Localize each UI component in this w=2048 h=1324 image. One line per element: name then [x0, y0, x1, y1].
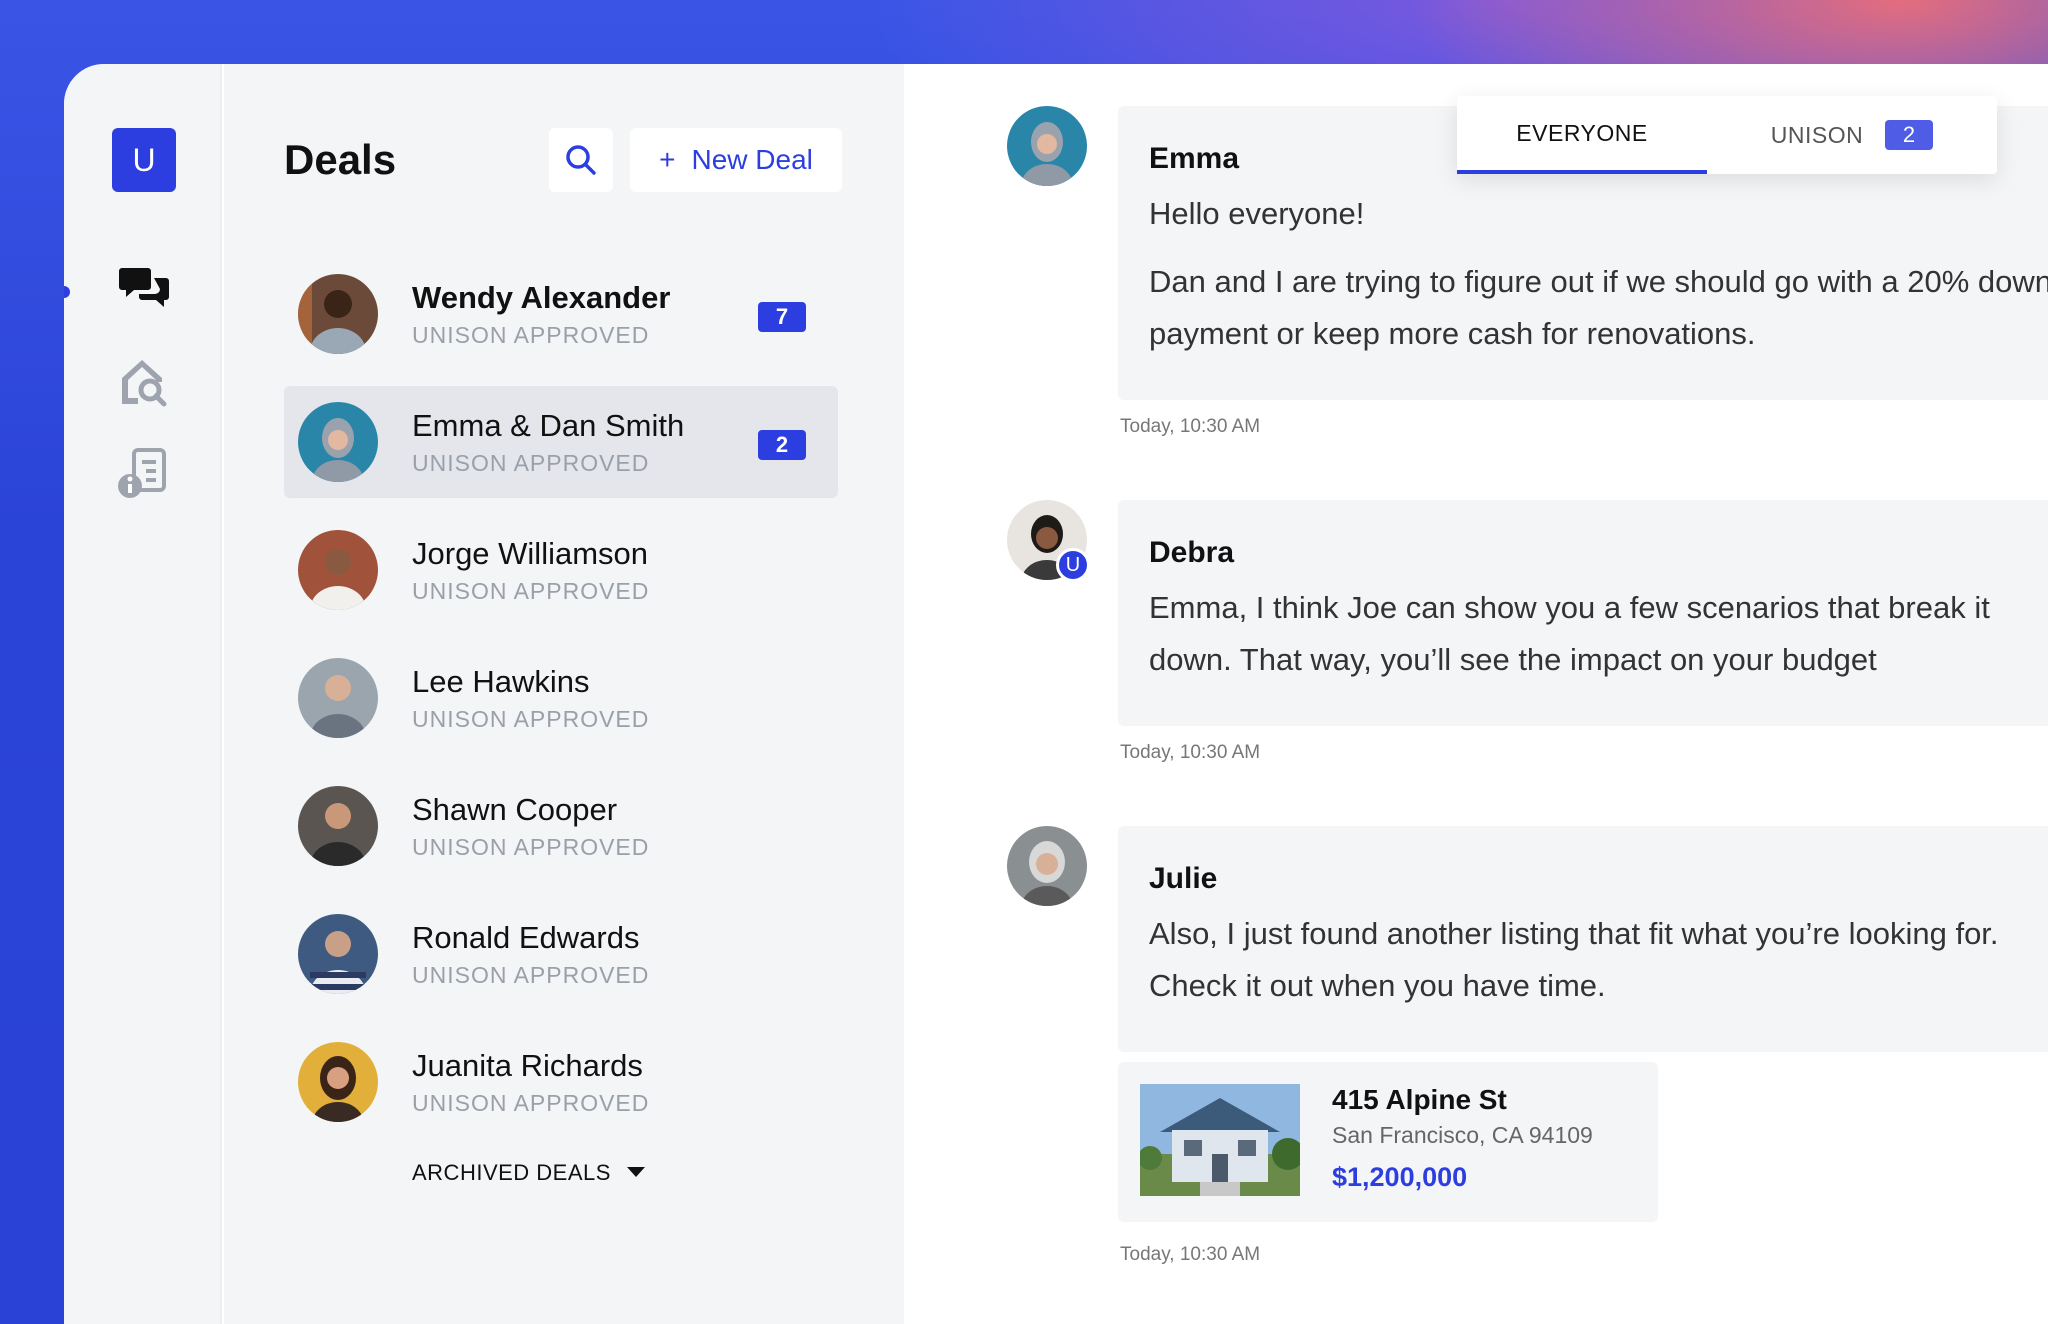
- message-line: Also, I just found another listing that …: [1149, 916, 1999, 951]
- message-author: Debra: [1149, 536, 1235, 569]
- avatar: [298, 658, 378, 738]
- deal-status: UNISON APPROVED: [412, 322, 650, 348]
- tab-unison-label: UNISON: [1770, 121, 1864, 148]
- home-search-icon[interactable]: [116, 352, 172, 408]
- unread-badge: 2: [758, 430, 806, 460]
- deal-item[interactable]: Wendy Alexander UNISON APPROVED 7: [284, 258, 838, 370]
- caret-down-icon: [626, 1167, 645, 1177]
- nav-rail: U: [64, 64, 222, 1324]
- message-card: Julie Also, I just found another listing…: [1118, 826, 2048, 1052]
- deal-name: Wendy Alexander: [412, 280, 671, 315]
- avatar: [298, 402, 378, 482]
- deal-status: UNISON APPROVED: [412, 450, 650, 476]
- unread-badge: 7: [758, 302, 806, 332]
- new-deal-label: New Deal: [691, 144, 813, 175]
- active-nav-indicator: [64, 286, 70, 298]
- deal-item[interactable]: Juanita Richards UNISON APPROVED: [284, 1026, 838, 1138]
- deal-name: Shawn Cooper: [412, 792, 618, 827]
- deal-item[interactable]: Shawn Cooper UNISON APPROVED: [284, 770, 838, 882]
- archived-deals-label: ARCHIVED DEALS: [412, 1160, 611, 1185]
- listing-city: San Francisco, CA 94109: [1332, 1122, 1593, 1148]
- message-line: Dan and I are trying to figure out if we…: [1149, 264, 2048, 299]
- chat-area: Emma Hello everyone! Dan and I are tryin…: [904, 64, 2048, 1324]
- deal-item[interactable]: Emma & Dan Smith UNISON APPROVED 2: [284, 386, 838, 498]
- avatar: [298, 530, 378, 610]
- listing-address: 415 Alpine St: [1332, 1084, 1507, 1115]
- deal-name: Emma & Dan Smith: [412, 408, 685, 443]
- unison-user-badge: U: [1056, 548, 1090, 582]
- plus-icon: +: [659, 144, 676, 175]
- deal-status: UNISON APPROVED: [412, 578, 650, 604]
- archived-deals-toggle[interactable]: ARCHIVED DEALS: [412, 1160, 645, 1186]
- tab-everyone[interactable]: EVERYONE: [1457, 96, 1707, 174]
- search-button[interactable]: [549, 128, 613, 192]
- message-card: Debra Emma, I think Joe can show you a f…: [1118, 500, 2048, 726]
- unread-badge: 2: [1885, 120, 1934, 150]
- search-icon: [566, 145, 596, 175]
- message-timestamp: Today, 10:30 AM: [1120, 1244, 1261, 1265]
- tab-unison[interactable]: UNISON 2: [1707, 96, 1997, 174]
- avatar: [1007, 826, 1087, 906]
- deals-panel: Deals + New Deal Wendy Alexander UNISON …: [224, 64, 904, 1324]
- message-author: Julie: [1149, 862, 1218, 895]
- message-line: down. That way, you’ll see the impact on…: [1149, 642, 1877, 677]
- avatar: [298, 914, 378, 994]
- listing-photo: [1140, 1084, 1300, 1196]
- deal-status: UNISON APPROVED: [412, 706, 650, 732]
- deal-name: Juanita Richards: [412, 1048, 643, 1083]
- avatar: [298, 274, 378, 354]
- avatar: [298, 1042, 378, 1122]
- message-line: Emma, I think Joe can show you a few sce…: [1149, 590, 1990, 625]
- message-line: Check it out when you have time.: [1149, 968, 1606, 1003]
- deal-item[interactable]: Jorge Williamson UNISON APPROVED: [284, 514, 838, 626]
- deal-item[interactable]: Ronald Edwards UNISON APPROVED: [284, 898, 838, 1010]
- message-timestamp: Today, 10:30 AM: [1120, 742, 1261, 763]
- deal-name: Lee Hawkins: [412, 664, 590, 699]
- app-window: U Deals + New Deal Wendy Alexander UNISO…: [64, 64, 2048, 1324]
- deal-name: Ronald Edwards: [412, 920, 640, 955]
- avatar: [1007, 106, 1087, 186]
- message-timestamp: Today, 10:30 AM: [1120, 416, 1261, 437]
- deals-title: Deals: [284, 136, 397, 183]
- deal-status: UNISON APPROVED: [412, 962, 650, 988]
- avatar: [298, 786, 378, 866]
- document-info-icon[interactable]: [116, 446, 172, 502]
- deal-status: UNISON APPROVED: [412, 834, 650, 860]
- message-line: Hello everyone!: [1149, 196, 1365, 231]
- listing-price: $1,200,000: [1332, 1162, 1468, 1192]
- deal-list: Wendy Alexander UNISON APPROVED 7 Emma &…: [284, 258, 838, 1154]
- deal-item[interactable]: Lee Hawkins UNISON APPROVED: [284, 642, 838, 754]
- message-line: payment or keep more cash for renovation…: [1149, 316, 1756, 351]
- deal-name: Jorge Williamson: [412, 536, 649, 571]
- chat-icon[interactable]: [116, 260, 172, 316]
- new-deal-button[interactable]: + New Deal: [630, 128, 842, 192]
- audience-tabs: EVERYONE UNISON 2: [1457, 96, 1997, 174]
- message-author: Emma: [1149, 142, 1240, 175]
- listing-card[interactable]: 415 Alpine St San Francisco, CA 94109 $1…: [1118, 1062, 1658, 1222]
- app-logo[interactable]: U: [112, 128, 176, 192]
- deal-status: UNISON APPROVED: [412, 1090, 650, 1116]
